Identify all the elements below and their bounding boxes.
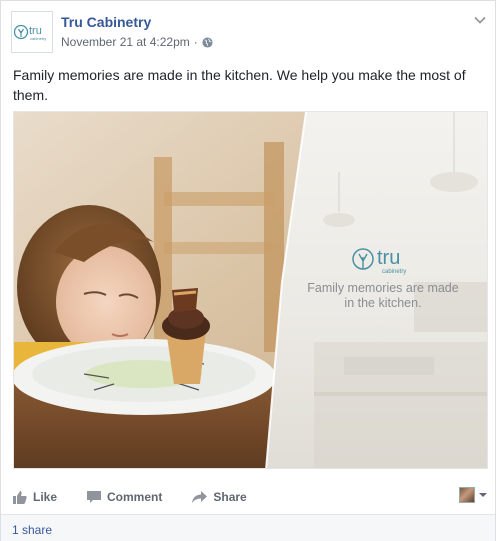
post-meta: November 21 at 4:22pm · (61, 35, 213, 49)
post-message: Family memories are made in the kitchen.… (13, 67, 466, 103)
share-label: Share (213, 490, 247, 504)
like-label: Like (33, 490, 58, 504)
facebook-post: tru cabinetry Tru Cabinetry November 21 … (0, 0, 496, 541)
overlay-brand-sub: cabinetry (382, 269, 406, 275)
tru-logo-icon: tru cabinetry (13, 24, 46, 41)
post-timestamp[interactable]: November 21 at 4:22pm (61, 35, 190, 49)
thumbs-up-icon (13, 490, 27, 504)
post-footer: 1 share (1, 514, 495, 541)
post-actions: Like Comment Share (13, 483, 488, 511)
globe-icon[interactable] (202, 36, 213, 48)
post-as-selector[interactable] (459, 487, 488, 503)
comment-icon (87, 490, 102, 503)
comment-label: Comment (107, 490, 163, 504)
caret-down-icon (479, 493, 487, 497)
post-photo[interactable]: tru cabinetry Family memories are made i… (13, 111, 488, 469)
photo-image: tru cabinetry Family memories are made i… (14, 112, 487, 468)
post-header: tru cabinetry Tru Cabinetry November 21 … (11, 11, 487, 55)
overlay-tagline-line2: in the kitchen. (344, 296, 421, 310)
chevron-down-icon[interactable] (473, 13, 487, 27)
like-button[interactable]: Like (13, 490, 57, 504)
page-name-link[interactable]: Tru Cabinetry (61, 14, 151, 30)
share-button[interactable]: Share (192, 490, 247, 504)
share-icon (192, 490, 208, 503)
comment-button[interactable]: Comment (87, 490, 162, 504)
shares-count-link[interactable]: 1 share (12, 523, 52, 537)
viewer-avatar (459, 487, 475, 503)
meta-separator: · (193, 35, 198, 49)
page-avatar[interactable]: tru cabinetry (11, 11, 53, 53)
overlay-brand-text: tru (377, 247, 400, 269)
avatar-brand-sub: cabinetry (30, 36, 46, 41)
overlay-tagline-line1: Family memories are made (307, 281, 458, 295)
